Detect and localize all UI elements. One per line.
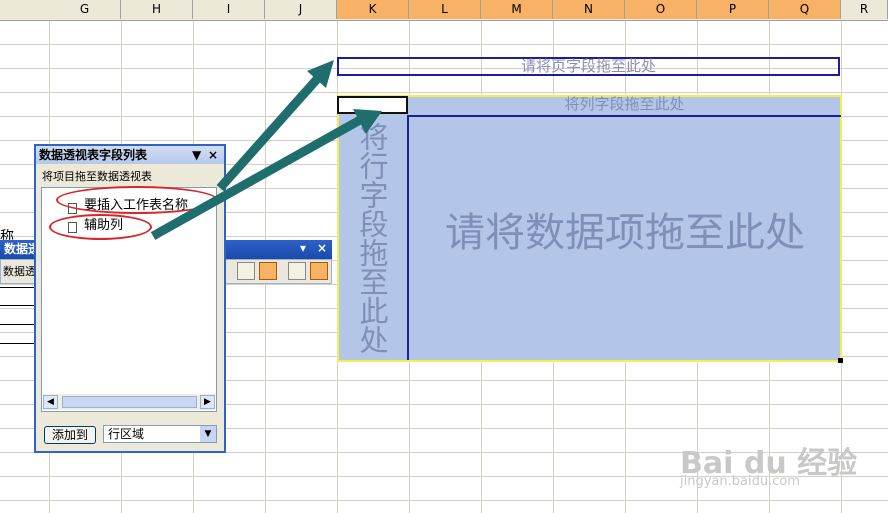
arrow-shaft bbox=[150, 116, 363, 240]
annotation-arrows bbox=[150, 60, 382, 240]
watermark-url: jingyan.baidu.com bbox=[680, 474, 800, 489]
